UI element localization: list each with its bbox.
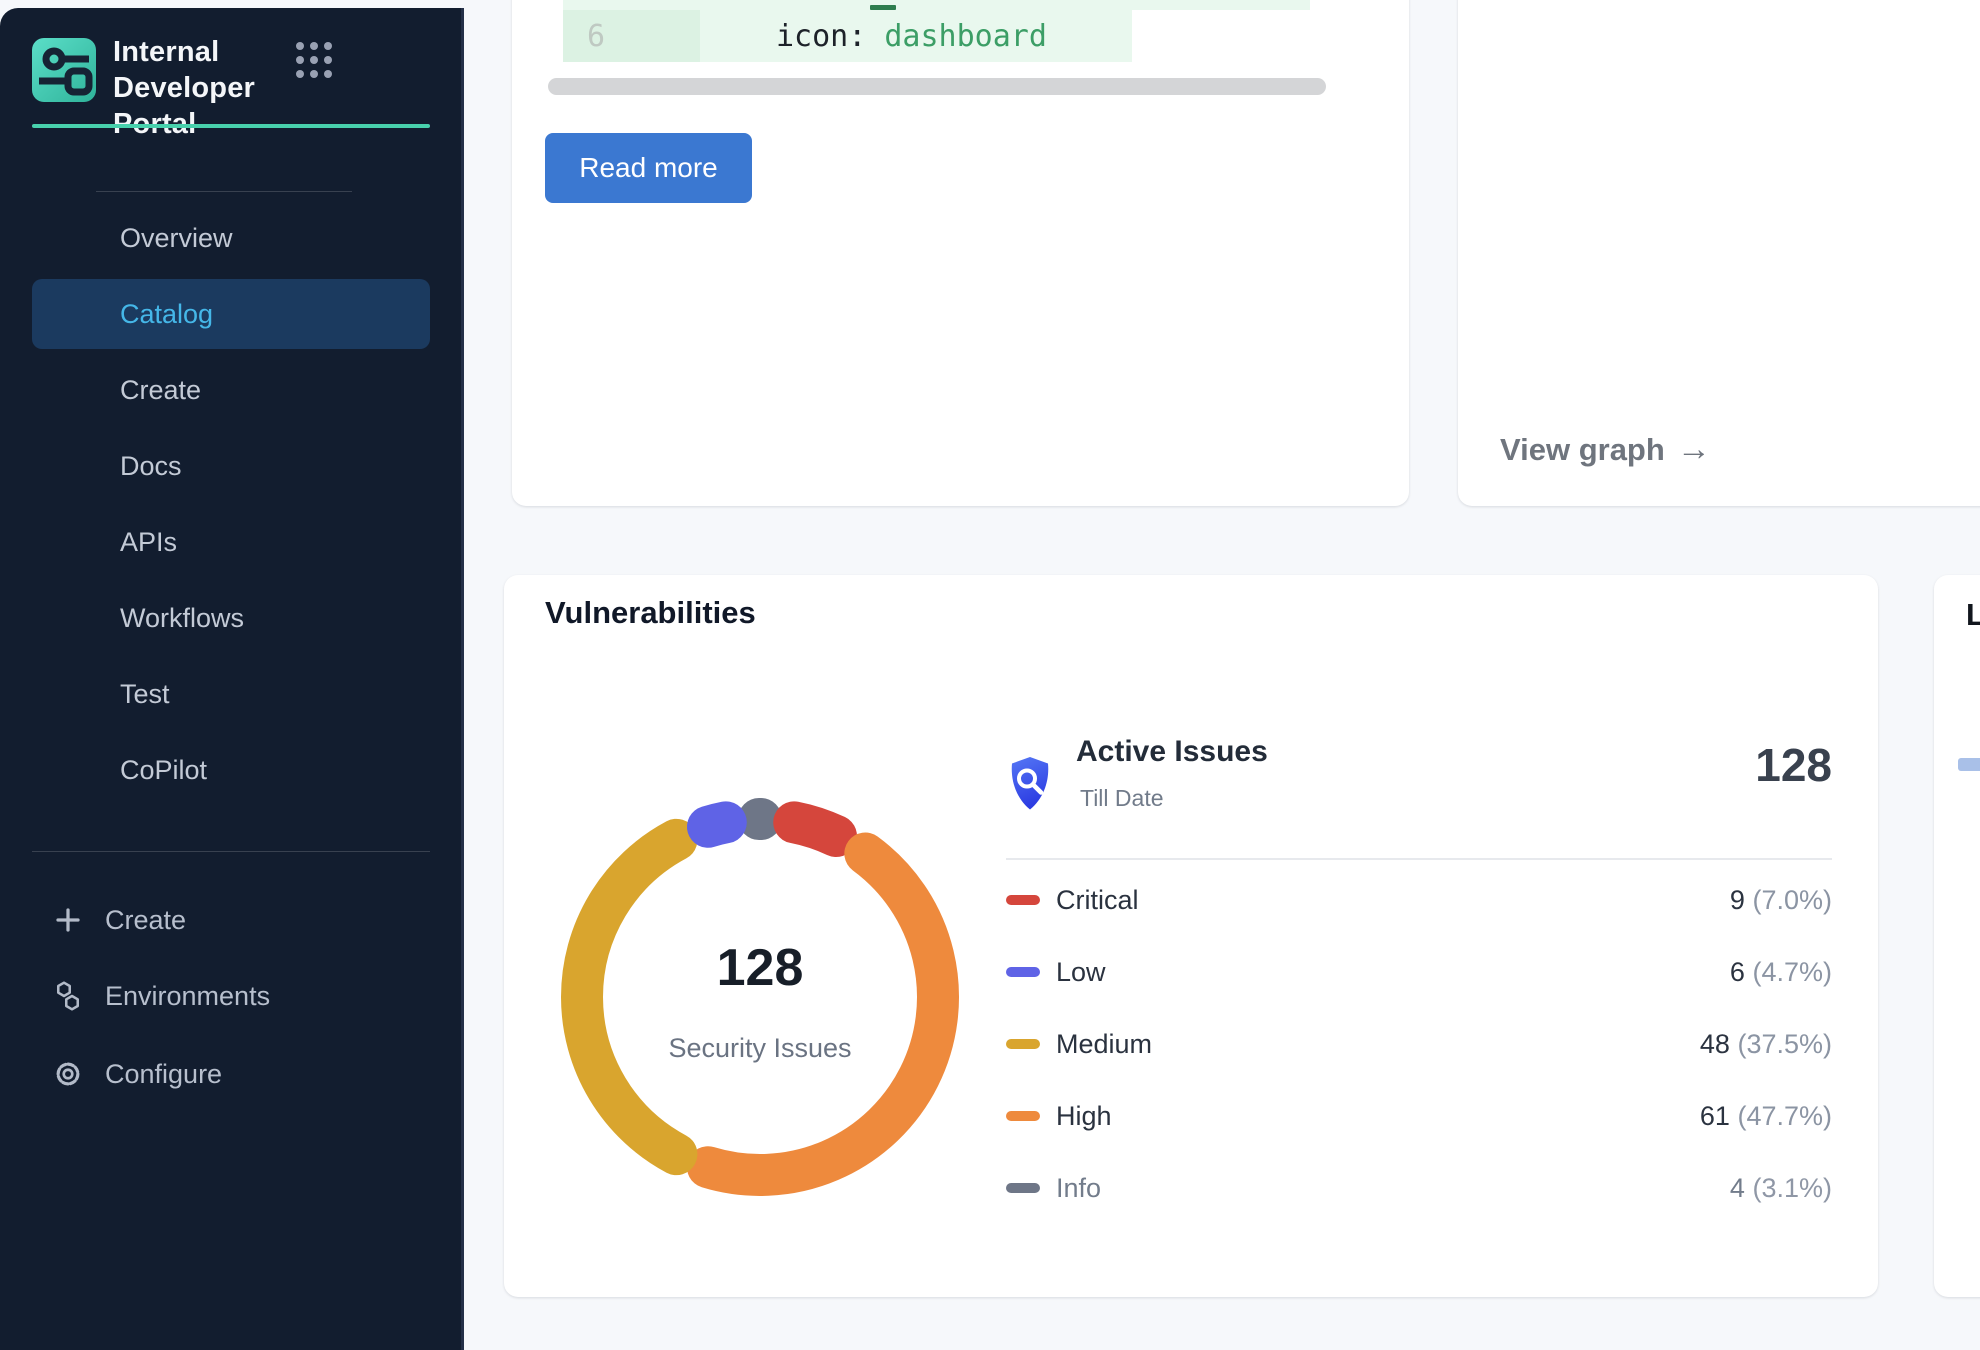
active-issues-subtitle: Till Date bbox=[1080, 785, 1164, 812]
legend-swatch bbox=[1006, 895, 1040, 905]
sidebar-item-configure[interactable]: Configure bbox=[0, 1046, 464, 1102]
sidebar-item-copilot[interactable]: CoPilot bbox=[32, 735, 430, 805]
donut-segment-critical bbox=[794, 822, 836, 836]
nav-divider bbox=[96, 191, 352, 192]
sidebar-footer-label: Configure bbox=[105, 1059, 222, 1090]
legend-value: 6 (4.7%) bbox=[1730, 957, 1832, 988]
apps-grid-icon[interactable] bbox=[296, 42, 336, 82]
app-logo-icon bbox=[32, 38, 96, 102]
legend-value: 48 (37.5%) bbox=[1700, 1029, 1832, 1060]
shield-search-icon bbox=[1006, 755, 1054, 812]
summary-divider bbox=[1006, 858, 1832, 860]
sidebar-item-test[interactable]: Test bbox=[32, 659, 430, 729]
article-card: 6 icon: dashboard Read more bbox=[512, 0, 1409, 506]
legend-row-medium: Medium 48 (37.5%) bbox=[1006, 1008, 1832, 1080]
partial-right-card: L bbox=[1934, 575, 1980, 1297]
legend-swatch bbox=[1006, 1039, 1040, 1049]
hexagons-icon bbox=[52, 980, 84, 1012]
active-issues-total: 128 bbox=[1755, 738, 1832, 792]
legend-label: Info bbox=[1056, 1173, 1101, 1204]
legend-value: 9 (7.0%) bbox=[1730, 885, 1832, 916]
legend-value: 4 (3.1%) bbox=[1730, 1173, 1832, 1204]
active-issues-title: Active Issues bbox=[1076, 735, 1268, 769]
sidebar-item-apis[interactable]: APIs bbox=[32, 507, 430, 577]
code-line-6: 6 icon: dashboard bbox=[563, 10, 1132, 62]
footer-divider bbox=[32, 851, 430, 852]
partial-card-title: L bbox=[1966, 597, 1980, 633]
view-graph-link[interactable]: View graph → bbox=[1500, 430, 1711, 469]
legend-label: Low bbox=[1056, 957, 1106, 988]
code-key: icon: bbox=[776, 19, 866, 54]
legend-swatch bbox=[1006, 1111, 1040, 1121]
legend-swatch bbox=[1006, 1183, 1040, 1193]
legend-label: High bbox=[1056, 1101, 1112, 1132]
legend-row-high: High 61 (47.7%) bbox=[1006, 1080, 1832, 1152]
sidebar-item-overview[interactable]: Overview bbox=[32, 203, 430, 273]
legend-label: Medium bbox=[1056, 1029, 1152, 1060]
sidebar-footer-label: Environments bbox=[105, 981, 270, 1012]
vulnerabilities-card: Vulnerabilities 128 Security Issues Acti… bbox=[504, 575, 1878, 1297]
legend-row-info: Info 4 (3.1%) bbox=[1006, 1152, 1832, 1224]
legend-label: Critical bbox=[1056, 885, 1139, 916]
code-text: icon: dashboard bbox=[700, 19, 1047, 54]
sidebar-footer-label: Create bbox=[105, 905, 186, 936]
vulnerabilities-title: Vulnerabilities bbox=[545, 595, 756, 631]
code-value: dashboard bbox=[884, 19, 1047, 54]
sidebar-item-docs[interactable]: Docs bbox=[32, 431, 430, 501]
sidebar-nav: OverviewCatalogCreateDocsAPIsWorkflowsTe… bbox=[32, 203, 430, 811]
legend-value: 61 (47.7%) bbox=[1700, 1101, 1832, 1132]
read-more-button[interactable]: Read more bbox=[545, 133, 752, 203]
code-line-number: 6 bbox=[563, 10, 700, 62]
sidebar-item-workflows[interactable]: Workflows bbox=[32, 583, 430, 653]
legend-row-low: Low 6 (4.7%) bbox=[1006, 936, 1832, 1008]
sidebar: Internal Developer Portal OverviewCatalo… bbox=[0, 8, 464, 1350]
sidebar-item-catalog[interactable]: Catalog bbox=[32, 279, 430, 349]
donut-segment-high bbox=[708, 854, 938, 1175]
donut-center-value: 128 bbox=[540, 938, 980, 998]
plus-icon bbox=[52, 904, 84, 936]
sidebar-item-create-bottom[interactable]: Create bbox=[0, 892, 464, 948]
graph-card: View graph → bbox=[1458, 0, 1980, 506]
legend-swatch bbox=[1006, 967, 1040, 977]
vuln-legend: Critical 9 (7.0%) Low 6 (4.7%) Medium 48 (37.… bbox=[1006, 864, 1832, 1224]
partial-bar bbox=[1958, 758, 1980, 771]
code-line-partial bbox=[563, 0, 1310, 10]
accent-divider bbox=[32, 124, 430, 128]
arrow-right-icon: → bbox=[1677, 430, 1711, 469]
donut-center-label: Security Issues bbox=[540, 1033, 980, 1064]
view-graph-label: View graph bbox=[1500, 432, 1665, 468]
sidebar-item-create[interactable]: Create bbox=[32, 355, 430, 425]
horizontal-scrollbar[interactable] bbox=[548, 78, 1326, 95]
donut-segment-low bbox=[708, 822, 726, 826]
sidebar-item-environments[interactable]: Environments bbox=[0, 968, 464, 1024]
gear-icon bbox=[52, 1058, 84, 1090]
legend-row-critical: Critical 9 (7.0%) bbox=[1006, 864, 1832, 936]
